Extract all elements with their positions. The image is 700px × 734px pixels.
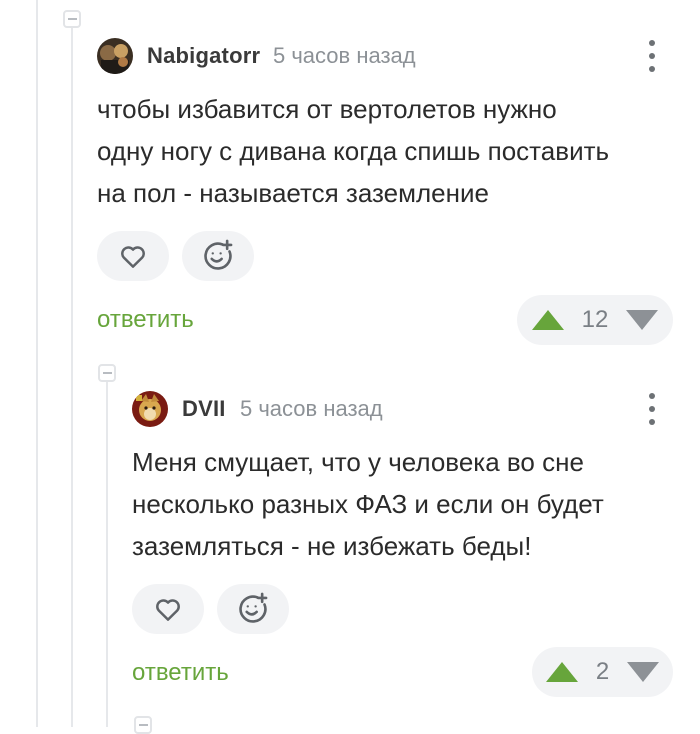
triangle-up-icon — [532, 310, 564, 330]
comment-text-line: на пол - называется заземление — [97, 178, 489, 208]
rating-control: 2 — [532, 647, 673, 697]
comment-author[interactable]: DVII — [182, 396, 226, 422]
thread-line-outer — [36, 0, 38, 727]
add-reaction-button[interactable] — [182, 231, 254, 281]
comment-author[interactable]: Nabigatorr — [147, 43, 260, 69]
avatar[interactable] — [97, 38, 133, 74]
upvote-button[interactable] — [532, 647, 592, 697]
rating-control: 12 — [517, 295, 673, 345]
comment-text-line: Меня смущает, что у человека во сне — [132, 447, 584, 477]
comment-text: Меня смущает, что у человека во сне неск… — [132, 441, 604, 567]
comment-time: 5 часов назад — [240, 396, 383, 421]
comment-text-line: заземляться - не избежать беды! — [132, 531, 532, 561]
comment-time: 5 часов назад — [273, 43, 416, 68]
kebab-menu-icon[interactable] — [642, 391, 662, 427]
emoji-add-icon — [239, 592, 268, 623]
collapse-icon[interactable] — [98, 364, 116, 382]
triangle-down-icon — [627, 662, 659, 682]
comment-text-line: несколько разных ФАЗ и если он будет — [132, 489, 604, 519]
rating-count: 12 — [581, 306, 609, 333]
reply-button[interactable]: ответить — [97, 306, 194, 334]
reply-button[interactable]: ответить — [132, 659, 229, 687]
avatar[interactable] — [132, 391, 168, 427]
heart-icon — [156, 599, 180, 621]
like-button[interactable] — [97, 231, 169, 281]
emoji-add-icon — [204, 239, 233, 270]
triangle-down-icon — [626, 310, 658, 330]
downvote-button[interactable] — [611, 295, 673, 345]
rating-count: 2 — [595, 658, 610, 685]
kebab-menu-icon[interactable] — [642, 38, 662, 74]
comment-text-line: чтобы избавится от вертолетов нужно — [97, 94, 557, 124]
thread-line-level2 — [106, 382, 108, 727]
collapse-icon[interactable] — [63, 10, 81, 28]
comment-text: чтобы избавится от вертолетов нужно одну… — [97, 88, 609, 214]
downvote-button[interactable] — [613, 647, 673, 697]
add-reaction-button[interactable] — [217, 584, 289, 634]
comment-text-line: одну ногу с дивана когда спишь поставить — [97, 136, 610, 166]
heart-icon — [121, 246, 145, 268]
collapse-icon[interactable] — [134, 716, 152, 734]
upvote-button[interactable] — [517, 295, 579, 345]
thread-line-level1 — [71, 28, 73, 727]
triangle-up-icon — [546, 662, 578, 682]
like-button[interactable] — [132, 584, 204, 634]
